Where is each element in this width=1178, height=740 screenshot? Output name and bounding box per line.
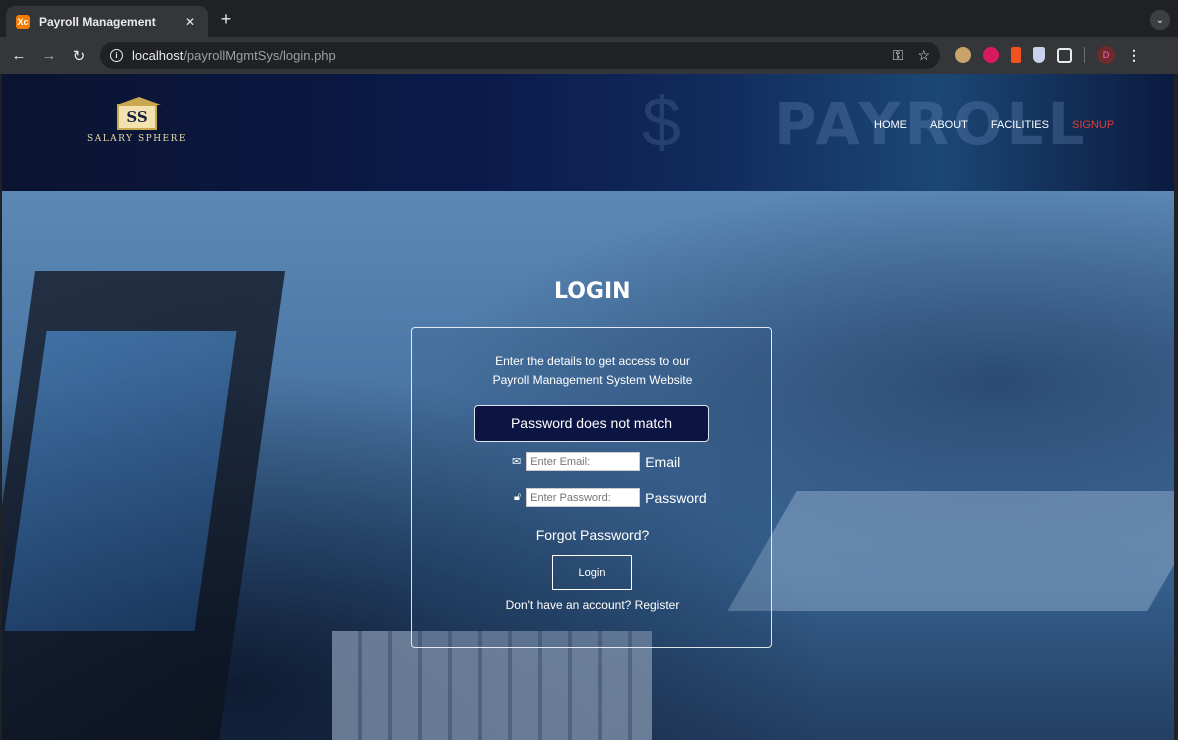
site-info-icon[interactable]: i: [110, 49, 123, 62]
envelope-icon: ✉: [512, 456, 522, 468]
browser-tab[interactable]: Xc Payroll Management ✕: [6, 6, 208, 37]
tab-close-icon[interactable]: ✕: [182, 15, 198, 29]
nav-signup[interactable]: SIGNUP: [1072, 119, 1114, 131]
register-link[interactable]: Don't have an account? Register: [412, 598, 773, 612]
email-field[interactable]: [526, 452, 641, 471]
extension-red-icon[interactable]: [983, 47, 999, 63]
error-alert: Password does not match: [474, 405, 709, 442]
forgot-password-link[interactable]: Forgot Password?: [412, 527, 773, 543]
toolbar-divider: [1084, 47, 1085, 63]
browser-menu-icon[interactable]: ⋮: [1127, 47, 1141, 64]
tab-search-chevron-icon[interactable]: ⌄: [1150, 10, 1170, 30]
extension-flag-icon[interactable]: [1011, 47, 1021, 63]
site-logo[interactable]: SS SALARY SPHERE: [82, 97, 192, 144]
browser-toolbar: ← → ↻ i localhost/payrollMgmtSys/login.p…: [0, 37, 1178, 74]
nav-facilities[interactable]: FACILITIES: [991, 119, 1049, 131]
new-tab-button[interactable]: +: [216, 9, 236, 29]
profile-avatar[interactable]: D: [1097, 46, 1115, 64]
password-field[interactable]: [526, 488, 641, 507]
login-card: Enter the details to get access to our P…: [411, 327, 772, 648]
url-path: /payrollMgmtSys/login.php: [183, 48, 336, 63]
calendar-graphic: [727, 491, 1174, 611]
dollar-sign-graphic: $: [642, 83, 681, 161]
nav-home[interactable]: HOME: [874, 119, 907, 131]
extension-shield-icon[interactable]: [1033, 47, 1045, 63]
tab-title: Payroll Management: [39, 14, 156, 29]
extension-avatar-icon[interactable]: [955, 47, 971, 63]
login-intro: Enter the details to get access to our P…: [412, 352, 773, 390]
bookmark-star-icon[interactable]: ☆: [917, 47, 930, 64]
forward-arrow-icon[interactable]: →: [34, 47, 64, 64]
email-label: Email: [645, 453, 681, 470]
browser-tabstrip: Xc Payroll Management ✕ + ⌄: [0, 0, 1178, 37]
address-bar[interactable]: i localhost/payrollMgmtSys/login.php ⚿ ☆: [100, 42, 940, 69]
email-row: ✉ Email: [512, 452, 680, 471]
page-viewport: $ PAYROLL SS SALARY SPHERE HOME ABOUT FA…: [2, 74, 1174, 740]
main-nav: HOME ABOUT FACILITIES SIGNUP: [874, 119, 1137, 131]
password-row: 🔓︎ Password: [514, 488, 707, 507]
lock-icon: 🔓︎: [514, 491, 522, 503]
reload-icon[interactable]: ↻: [64, 47, 94, 65]
xampp-favicon-icon: Xc: [16, 14, 30, 29]
password-key-icon[interactable]: ⚿: [893, 47, 904, 64]
logo-mark: SS: [117, 97, 161, 130]
intro-line-1: Enter the details to get access to our: [495, 354, 690, 368]
page-title: LOGIN: [554, 279, 631, 304]
intro-line-2: Payroll Management System Website: [492, 373, 693, 387]
site-header: $ PAYROLL SS SALARY SPHERE HOME ABOUT FA…: [2, 74, 1174, 191]
laptop-graphic: [2, 271, 286, 740]
url-host: localhost: [132, 48, 184, 63]
login-button[interactable]: Login: [552, 555, 632, 590]
logo-text: SALARY SPHERE: [87, 134, 187, 144]
back-arrow-icon[interactable]: ←: [4, 47, 34, 64]
password-label: Password: [645, 489, 707, 506]
nav-about[interactable]: ABOUT: [930, 119, 968, 131]
extensions-puzzle-icon[interactable]: [1057, 47, 1072, 63]
